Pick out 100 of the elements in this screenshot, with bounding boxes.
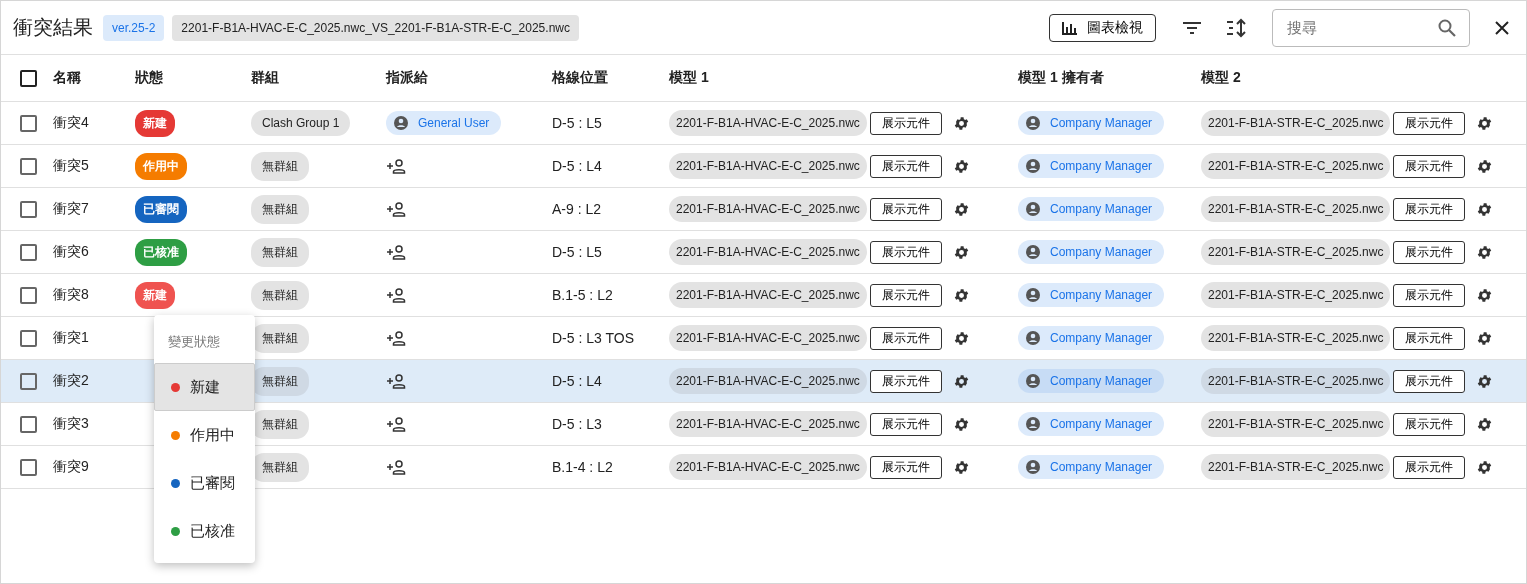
add-person-icon[interactable] [386, 287, 406, 303]
table-row[interactable]: 衝突7 已審閱 無群組 A-9 : L2 2201-F-B1A-HVAC-E-C_2025.nwc 展示元件 Company Manager 2201-F-B1A-STR-E-C_2025.nwc 展示元件 [1, 188, 1526, 231]
status-badge[interactable]: 新建 [135, 109, 175, 137]
row-checkbox[interactable] [19, 200, 37, 218]
group-chip: 無群組 [251, 151, 309, 181]
column-header: 指派給 [386, 69, 428, 87]
column-header: 模型 1 擁有者 [1018, 69, 1104, 87]
model-file-chip: 2201-F-B1A-STR-E-C_2025.nwc [1201, 325, 1391, 351]
settings-icon[interactable] [952, 114, 970, 132]
table-row[interactable]: 衝突5 作用中 無群組 D-5 : L4 2201-F-B1A-HVAC-E-C_2025.nwc 展示元件 Company Manager 2201-F-B1A-STR-E-C_2025.nwc 展示元件 [1, 145, 1526, 188]
clash-name: 衝突7 [53, 200, 89, 218]
owner-chip[interactable]: Company Manager [1018, 326, 1165, 350]
model-file-chip: 2201-F-B1A-HVAC-E-C_2025.nwc [669, 239, 867, 265]
grid-location: D-5 : L4 [552, 373, 602, 389]
chart-view-button[interactable]: 圖表檢視 [1049, 13, 1156, 42]
add-person-icon[interactable] [386, 158, 406, 174]
sort-icon[interactable] [1226, 17, 1248, 38]
grid-location: B.1-5 : L2 [552, 287, 613, 303]
owner-chip[interactable]: Company Manager [1018, 111, 1165, 135]
settings-icon[interactable] [1476, 329, 1494, 347]
settings-icon[interactable] [1476, 157, 1494, 175]
show-elements-button[interactable]: 展示元件 [1393, 326, 1466, 350]
user-icon [1026, 159, 1040, 173]
column-header: 狀態 [135, 69, 163, 87]
row-checkbox[interactable] [19, 157, 37, 175]
settings-icon[interactable] [1476, 458, 1494, 476]
row-checkbox[interactable] [19, 243, 37, 261]
show-elements-button[interactable]: 展示元件 [869, 154, 942, 178]
settings-icon[interactable] [952, 372, 970, 390]
show-elements-button[interactable]: 展示元件 [869, 240, 942, 264]
select-all-checkbox[interactable] [19, 69, 37, 87]
row-checkbox[interactable] [19, 329, 37, 347]
show-elements-button[interactable]: 展示元件 [869, 455, 942, 479]
show-elements-button[interactable]: 展示元件 [1393, 197, 1466, 221]
show-elements-button[interactable]: 展示元件 [869, 412, 942, 436]
status-menu-item[interactable]: 新建 [154, 363, 255, 411]
bar-chart-icon [1062, 20, 1078, 35]
assignee-chip[interactable]: General User [386, 111, 502, 135]
settings-icon[interactable] [952, 200, 970, 218]
settings-icon[interactable] [1476, 372, 1494, 390]
show-elements-button[interactable]: 展示元件 [869, 326, 942, 350]
grid-location: A-9 : L2 [552, 201, 602, 217]
add-person-icon[interactable] [386, 373, 406, 389]
settings-icon[interactable] [952, 243, 970, 261]
settings-icon[interactable] [952, 157, 970, 175]
owner-chip[interactable]: Company Manager [1018, 283, 1165, 307]
row-checkbox[interactable] [19, 372, 37, 390]
model-file-chip: 2201-F-B1A-STR-E-C_2025.nwc [1201, 239, 1391, 265]
grid-location: D-5 : L3 TOS [552, 330, 634, 346]
show-elements-button[interactable]: 展示元件 [869, 369, 942, 393]
model-file-chip: 2201-F-B1A-STR-E-C_2025.nwc [1201, 110, 1391, 136]
settings-icon[interactable] [952, 415, 970, 433]
close-icon[interactable] [1494, 19, 1510, 36]
add-person-icon[interactable] [386, 201, 406, 217]
table-row[interactable]: 衝突6 已核准 無群組 D-5 : L5 2201-F-B1A-HVAC-E-C_2025.nwc 展示元件 Company Manager 2201-F-B1A-STR-E-C_2025.nwc 展示元件 [1, 231, 1526, 274]
owner-chip[interactable]: Company Manager [1018, 455, 1165, 479]
group-chip: 無群組 [251, 237, 309, 267]
model-file-chip: 2201-F-B1A-HVAC-E-C_2025.nwc [669, 153, 867, 179]
search-field[interactable]: 搜尋 [1272, 8, 1470, 47]
show-elements-button[interactable]: 展示元件 [869, 111, 942, 135]
clash-name: 衝突1 [53, 329, 89, 347]
settings-icon[interactable] [1476, 114, 1494, 132]
add-person-icon[interactable] [386, 459, 406, 475]
table-row[interactable]: 衝突4 新建 Clash Group 1 General User D-5 : L5 2201-F-B1A-HVAC-E-C_2025.nwc 展示元件 Company Manager 2201-F-B1A-STR-E-C_2025.nwc 展示元件 [1, 102, 1526, 145]
settings-icon[interactable] [1476, 415, 1494, 433]
row-checkbox[interactable] [19, 286, 37, 304]
grid-location: D-5 : L4 [552, 158, 602, 174]
show-elements-button[interactable]: 展示元件 [1393, 154, 1466, 178]
settings-icon[interactable] [952, 286, 970, 304]
show-elements-button[interactable]: 展示元件 [1393, 240, 1466, 264]
settings-icon[interactable] [952, 458, 970, 476]
model-file-chip: 2201-F-B1A-STR-E-C_2025.nwc [1201, 153, 1391, 179]
settings-icon[interactable] [1476, 243, 1494, 261]
settings-icon[interactable] [952, 329, 970, 347]
user-icon [1026, 460, 1040, 474]
row-checkbox[interactable] [19, 458, 37, 476]
add-person-icon[interactable] [386, 330, 406, 346]
show-elements-button[interactable]: 展示元件 [1393, 283, 1466, 307]
owner-chip[interactable]: Company Manager [1018, 240, 1165, 264]
row-checkbox[interactable] [19, 415, 37, 433]
settings-icon[interactable] [1476, 286, 1494, 304]
filter-icon[interactable] [1182, 20, 1202, 35]
status-menu-item[interactable]: 已核准 [154, 507, 255, 555]
add-person-icon[interactable] [386, 416, 406, 432]
row-checkbox[interactable] [19, 114, 37, 132]
show-elements-button[interactable]: 展示元件 [1393, 412, 1466, 436]
show-elements-button[interactable]: 展示元件 [1393, 111, 1466, 135]
show-elements-button[interactable]: 展示元件 [1393, 455, 1466, 479]
owner-chip[interactable]: Company Manager [1018, 197, 1165, 221]
model-file-chip: 2201-F-B1A-HVAC-E-C_2025.nwc [669, 196, 867, 222]
show-elements-button[interactable]: 展示元件 [869, 197, 942, 221]
settings-icon[interactable] [1476, 200, 1494, 218]
status-badge[interactable]: 已審閱 [135, 195, 187, 223]
owner-chip[interactable]: Company Manager [1018, 154, 1165, 178]
show-elements-button[interactable]: 展示元件 [869, 283, 942, 307]
owner-chip[interactable]: Company Manager [1018, 412, 1165, 436]
table-row[interactable]: 衝突8 新建 無群組 B.1-5 : L2 2201-F-B1A-HVAC-E-C_2025.nwc 展示元件 Company Manager 2201-F-B1A-STR-E-C_2025.nwc 展示元件 [1, 274, 1526, 317]
show-elements-button[interactable]: 展示元件 [1393, 369, 1466, 393]
grid-location: B.1-4 : L2 [552, 459, 613, 475]
add-person-icon[interactable] [386, 244, 406, 260]
